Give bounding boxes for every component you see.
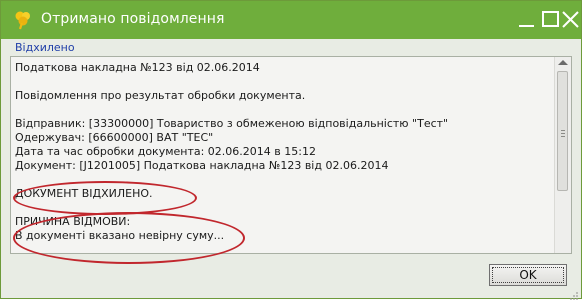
processing-intro: Повідомлення про результат обробки докум… [15,89,306,102]
processed-at-line: Дата та час обробки документа: 02.06.201… [15,145,316,158]
rejection-reason-title: ПРИЧИНА ВІДМОВИ: [15,215,131,228]
result-line: ДОКУМЕНТ ВІДХИЛЕНО. [15,187,153,200]
document-line: Документ: [J1201005] Податкова накладна … [15,159,389,172]
sender-line: Відправник: [33300000] Товариство з обме… [15,117,449,130]
message-text-area[interactable]: Податкова накладна №123 від 02.06.2014 П… [10,56,572,264]
status-label: Відхилено [15,41,75,54]
ok-button[interactable]: OK [489,264,567,286]
message-body: Податкова накладна №123 від 02.06.2014 П… [15,61,555,243]
resize-grip-icon[interactable] [569,286,579,300]
document-header: Податкова накладна №123 від 02.06.2014 [15,61,260,74]
title-bar[interactable]: Отримано повідомлення [1,1,581,39]
rejection-reason-text: В документі вказано невірну суму... [15,229,225,242]
vertical-scrollbar[interactable] [554,57,571,253]
scroll-thumb[interactable] [557,71,568,191]
recipient-line: Одержувач: [66600000] ВАТ "ТЕС" [15,131,214,144]
window-title: Отримано повідомлення [41,11,225,27]
close-icon[interactable] [559,7,582,31]
minimize-icon[interactable] [515,7,539,31]
scroll-grip-icon [561,130,565,139]
flower-logo-icon [13,10,33,30]
message-dialog: Отримано повідомлення Відхилено Податков… [0,0,582,300]
scroll-up-arrow-icon[interactable] [558,60,568,65]
